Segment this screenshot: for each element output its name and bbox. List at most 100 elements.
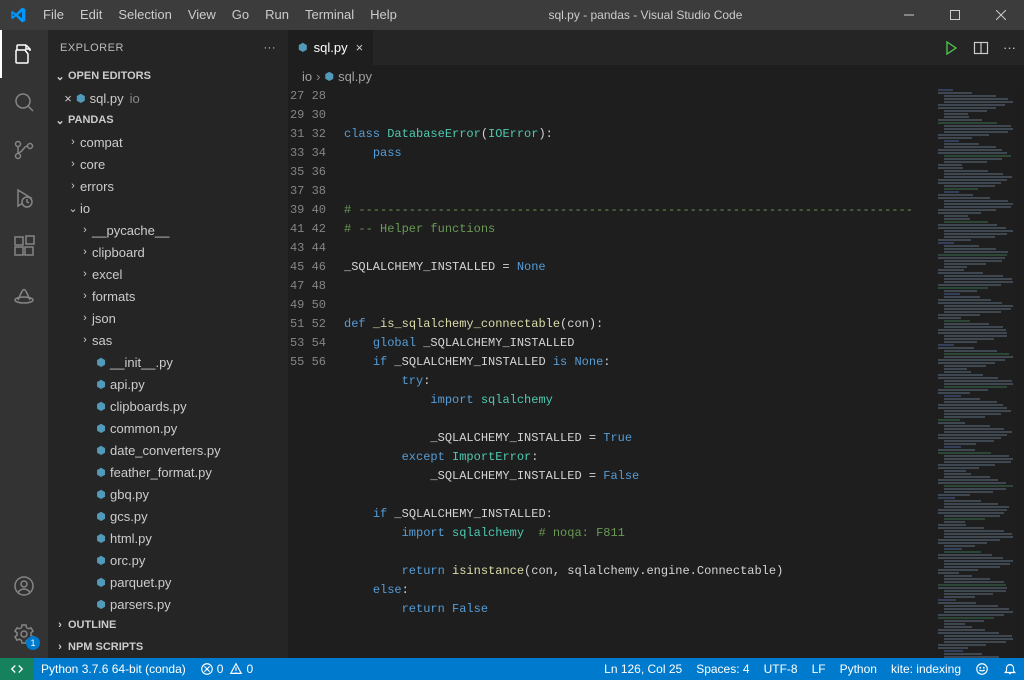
folder-item[interactable]: ›errors [48,175,288,197]
status-language[interactable]: Python [833,658,884,680]
python-file-icon: ⬢ [76,92,86,105]
split-editor-icon[interactable] [973,40,989,56]
folder-item[interactable]: ›clipboard [48,241,288,263]
workspace-section[interactable]: ⌄ PANDAS [48,109,288,131]
sidebar-header: EXPLORER ··· [48,30,288,65]
tree-item-label: io [80,201,90,216]
extensions-activity[interactable] [0,222,48,270]
folder-item[interactable]: ⌄io [48,197,288,219]
python-file-icon: ⬢ [92,444,110,457]
file-item[interactable]: ⬢feather_format.py [48,461,288,483]
folder-item[interactable]: ›compat [48,131,288,153]
folder-item[interactable]: ›excel [48,263,288,285]
python-file-icon: ⬢ [92,466,110,479]
file-item[interactable]: ⬢orc.py [48,549,288,571]
outline-section[interactable]: › OUTLINE [48,614,288,636]
tree-item-label: clipboard [92,245,145,260]
sidebar-more-icon[interactable]: ··· [264,42,277,54]
open-editor-item[interactable]: × ⬢ sql.py io [48,87,288,109]
menu-file[interactable]: File [35,0,72,30]
npm-scripts-label: NPM SCRIPTS [68,641,143,653]
file-item[interactable]: ⬢__init__.py [48,351,288,373]
menu-run[interactable]: Run [257,0,297,30]
tree-item-label: formats [92,289,135,304]
code-editor[interactable]: 27 28 29 30 31 32 33 34 35 36 37 38 39 4… [288,87,1024,658]
settings-activity[interactable]: 1 [0,610,48,658]
line-gutter: 27 28 29 30 31 32 33 34 35 36 37 38 39 4… [288,87,344,658]
status-encoding[interactable]: UTF-8 [757,658,805,680]
chevron-right-icon: › [78,268,92,280]
menu-bar: FileEditSelectionViewGoRunTerminalHelp [35,0,405,30]
menu-selection[interactable]: Selection [110,0,179,30]
open-editor-dir: io [130,91,140,106]
menu-view[interactable]: View [180,0,224,30]
menu-terminal[interactable]: Terminal [297,0,362,30]
tree-item-label: api.py [110,377,145,392]
status-bell-icon[interactable] [996,658,1024,680]
folder-item[interactable]: ›sas [48,329,288,351]
status-python-env[interactable]: Python 3.7.6 64-bit (conda) [34,658,193,680]
remote-explorer-activity[interactable] [0,270,48,318]
status-feedback-icon[interactable] [968,658,996,680]
npm-scripts-section[interactable]: › NPM SCRIPTS [48,636,288,658]
remote-indicator[interactable] [0,658,34,680]
folder-item[interactable]: ›json [48,307,288,329]
title-bar: FileEditSelectionViewGoRunTerminalHelp s… [0,0,1024,30]
chevron-right-icon: › [78,224,92,236]
file-item[interactable]: ⬢api.py [48,373,288,395]
file-item[interactable]: ⬢clipboards.py [48,395,288,417]
status-cursor[interactable]: Ln 126, Col 25 [597,658,689,680]
run-file-icon[interactable] [943,40,959,56]
status-warning-count: 0 [246,662,253,676]
tree-item-label: orc.py [110,553,145,568]
status-indent[interactable]: Spaces: 4 [689,658,756,680]
status-kite[interactable]: kite: indexing [884,658,968,680]
breadcrumb-segment[interactable]: sql.py [338,69,372,84]
window-controls [886,0,1024,30]
status-eol[interactable]: LF [805,658,833,680]
menu-edit[interactable]: Edit [72,0,110,30]
editor-tab[interactable]: ⬢ sql.py × [288,30,374,65]
minimap[interactable] [934,87,1024,658]
tree-item-label: parquet.py [110,575,171,590]
close-button[interactable] [978,0,1024,30]
file-item[interactable]: ⬢gbq.py [48,483,288,505]
menu-go[interactable]: Go [224,0,257,30]
folder-item[interactable]: ›core [48,153,288,175]
status-problems[interactable]: 0 0 [193,658,260,680]
file-item[interactable]: ⬢parsers.py [48,593,288,614]
python-file-icon: ⬢ [324,70,334,83]
file-item[interactable]: ⬢parquet.py [48,571,288,593]
chevron-right-icon: › [78,290,92,302]
file-item[interactable]: ⬢date_converters.py [48,439,288,461]
close-tab-icon[interactable]: × [356,40,364,55]
breadcrumb-segment[interactable]: io [302,69,312,84]
menu-help[interactable]: Help [362,0,405,30]
tab-label: sql.py [314,40,348,55]
maximize-button[interactable] [932,0,978,30]
folder-item[interactable]: ›formats [48,285,288,307]
close-editor-icon[interactable]: × [60,91,76,106]
code-content[interactable]: class DatabaseError(IOError): pass # ---… [344,87,934,658]
python-file-icon: ⬢ [92,598,110,611]
minimize-button[interactable] [886,0,932,30]
open-editors-section[interactable]: ⌄ OPEN EDITORS [48,65,288,87]
python-file-icon: ⬢ [92,532,110,545]
editor-more-icon[interactable]: ··· [1003,40,1016,55]
run-debug-activity[interactable] [0,174,48,222]
chevron-right-icon: › [66,136,80,148]
accounts-activity[interactable] [0,562,48,610]
folder-item[interactable]: ›__pycache__ [48,219,288,241]
breadcrumbs[interactable]: io › ⬢ sql.py [288,65,1024,87]
file-item[interactable]: ⬢common.py [48,417,288,439]
file-item[interactable]: ⬢html.py [48,527,288,549]
explorer-activity[interactable] [0,30,48,78]
chevron-right-icon: › [78,246,92,258]
window-title: sql.py - pandas - Visual Studio Code [405,8,886,22]
file-item[interactable]: ⬢gcs.py [48,505,288,527]
tree-item-label: __init__.py [110,355,173,370]
source-control-activity[interactable] [0,126,48,174]
search-activity[interactable] [0,78,48,126]
tree-item-label: compat [80,135,123,150]
tree-item-label: sas [92,333,112,348]
